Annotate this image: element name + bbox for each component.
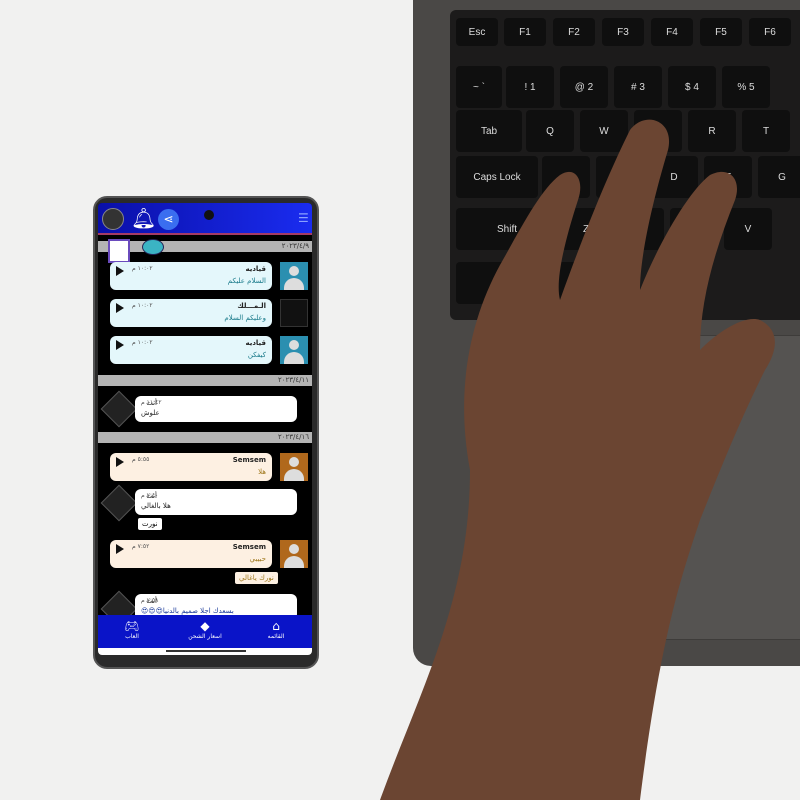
app-header: 🔔︎ ⋖ ☰ [98, 203, 312, 235]
play-icon[interactable] [116, 457, 124, 467]
message-bubble[interactable]: قياديه ١٠:٠٢ م كيفكن [110, 336, 272, 364]
bottom-nav: 🎮︎ العاب ◆ اسعار الشحن ⌂ القائمه [98, 615, 312, 648]
chat-screen: 🔔︎ ⋖ ☰ ٢٠٢٣/٤/٩ قياديه ١٠:٠٢ م السلام عل… [98, 203, 312, 655]
home-icon: ⌂ [272, 619, 280, 633]
contacts-icon[interactable] [108, 239, 130, 263]
avatar[interactable] [280, 299, 308, 327]
my-avatar[interactable] [100, 484, 138, 522]
avatar[interactable] [280, 540, 308, 568]
home-indicator[interactable] [98, 648, 312, 655]
date-separator: ٢٠٢٣/٤/١١ [98, 375, 312, 386]
gamepad-icon: 🎮︎ [124, 619, 140, 633]
nav-games[interactable]: 🎮︎ العاب [102, 619, 162, 640]
message-bubble[interactable]: Semsem ٧:٥٢ م حبيبي [110, 540, 272, 568]
message-bubble[interactable]: الـمـــلك ١٠:٠٢ م وعليكم السلام [110, 299, 272, 327]
date-separator: ٢٠٢٣/٤/١٦ [98, 432, 312, 443]
my-avatar[interactable] [100, 390, 138, 428]
avatar[interactable] [280, 453, 308, 481]
diamond-icon: ◆ [200, 619, 210, 633]
nav-home[interactable]: ⌂ القائمه [246, 619, 306, 640]
bell-icon[interactable]: 🔔︎ [131, 206, 156, 230]
play-icon[interactable] [116, 340, 124, 350]
reply-chip[interactable]: نورك ياغالي [235, 572, 278, 584]
chat-bubbles-icon[interactable] [142, 239, 164, 255]
avatar[interactable] [280, 262, 308, 290]
share-icon[interactable]: ⋖ [158, 209, 179, 230]
message-bubble[interactable]: ١١:٤٢ م أنت علوش [135, 396, 297, 422]
camera-hole [204, 210, 214, 220]
nav-charge-prices[interactable]: ◆ اسعار الشحن [175, 619, 235, 640]
message-bubble[interactable]: Semsem ٥:٥٥ م هلا [110, 453, 272, 481]
avatar[interactable] [102, 208, 124, 230]
avatar[interactable] [280, 336, 308, 364]
reply-chip[interactable]: نورت [138, 518, 162, 530]
play-icon[interactable] [116, 544, 124, 554]
play-icon[interactable] [116, 303, 124, 313]
play-icon[interactable] [116, 266, 124, 276]
message-bubble[interactable]: ٧:٤٠ م أنت هلا بالغالي [135, 489, 297, 515]
date-separator: ٢٠٢٣/٤/٩ [98, 241, 312, 252]
message-bubble[interactable]: قياديه ١٠:٠٢ م السلام عليكم [110, 262, 272, 290]
menu-icon[interactable]: ☰ [298, 211, 309, 225]
